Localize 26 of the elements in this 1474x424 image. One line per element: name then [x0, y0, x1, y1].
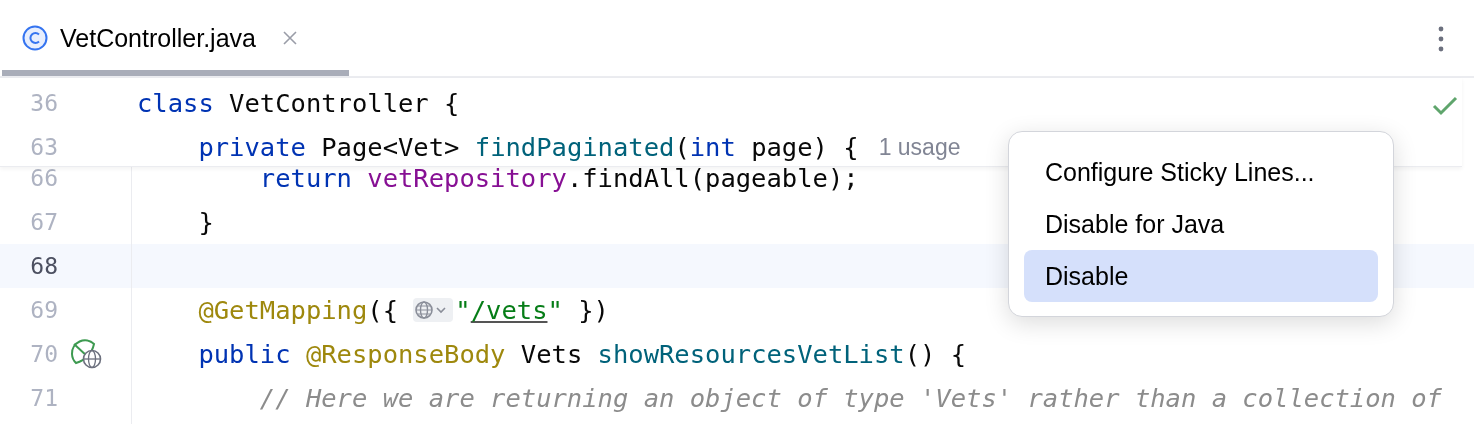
check-icon[interactable]	[1432, 96, 1458, 116]
code-text: @GetMapping({	[197, 295, 399, 325]
usage-hint[interactable]: 1 usage	[878, 133, 961, 161]
leaf-globe-icon[interactable]	[68, 338, 104, 370]
code-text: // Here we are returning an object of type 'Vets' rather than a collection of	[258, 383, 1442, 413]
line-number: 36	[29, 90, 58, 116]
line-number: 63	[29, 134, 58, 160]
more-options-icon[interactable]	[1438, 26, 1444, 52]
line-number: 67	[29, 209, 58, 235]
line-number: 70	[29, 341, 58, 367]
code-text: "/vets" })	[455, 295, 609, 325]
menu-item[interactable]: Disable for Java	[1024, 198, 1378, 250]
line-number: 71	[29, 385, 58, 411]
class-icon	[22, 25, 48, 51]
code-text: return vetRepository.findAll(pageable);	[258, 163, 859, 193]
close-icon[interactable]	[281, 30, 298, 46]
code-text: public @ResponseBody Vets showResourcesVetList() {	[197, 339, 967, 369]
menu-item[interactable]: Disable	[1024, 250, 1378, 302]
line-number: 69	[29, 297, 58, 323]
globe-dropdown-icon[interactable]	[413, 298, 454, 322]
line-number: 66	[29, 165, 58, 191]
code-text: private Page<Vet> findPaginated(int page) {	[197, 132, 859, 162]
line-number: 68	[29, 253, 58, 279]
menu-item[interactable]: Configure Sticky Lines...	[1024, 146, 1378, 198]
code-text: class VetController {	[137, 88, 460, 118]
code-text: }	[197, 207, 214, 237]
